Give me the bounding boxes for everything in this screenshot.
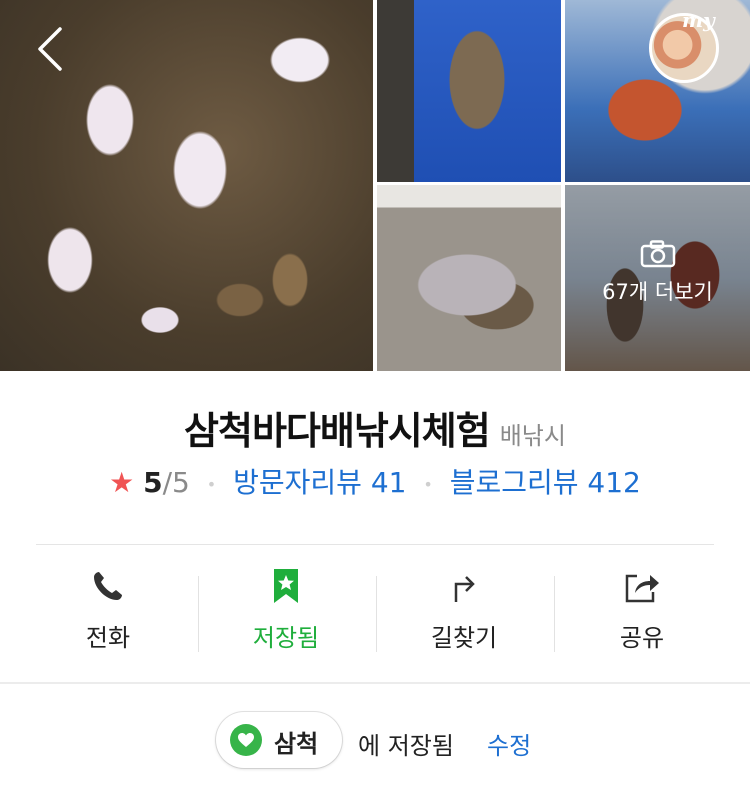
more-photos-label: 67개 더보기 [602, 280, 713, 304]
chevron-left-icon [38, 27, 62, 71]
blog-reviews-link[interactable]: 블로그리뷰 412 [450, 466, 641, 499]
save-label: 저장됨 [252, 624, 320, 652]
heart-icon [230, 724, 262, 756]
place-name: 삼척바다배낚시체험 [184, 409, 491, 453]
back-button[interactable] [30, 25, 70, 73]
call-label: 전화 [85, 624, 131, 652]
phone-icon [94, 572, 122, 600]
saved-folder-label: 삼척 [274, 730, 319, 758]
saved-status-text: 에 저장됨 [358, 732, 454, 760]
share-button[interactable]: 공유 [554, 566, 730, 656]
section-divider [0, 682, 750, 684]
separator-dot: • [206, 474, 217, 494]
directions-button[interactable]: 길찾기 [376, 566, 552, 656]
saved-folder-row: 삼척 에 저장됨 수정 [0, 712, 750, 772]
rating-score: 5 [143, 466, 163, 499]
edit-link[interactable]: 수정 [487, 726, 531, 761]
share-icon [625, 574, 659, 603]
camera-icon [640, 240, 675, 268]
more-photos-button[interactable]: 67개 더보기 [565, 240, 750, 306]
action-bar: 전화 저장됨 길찾기 공유 [0, 566, 750, 656]
directions-arrow-icon [454, 576, 475, 602]
star-icon: ★ [109, 466, 135, 499]
action-separator [376, 576, 377, 652]
rating-max: /5 [162, 466, 190, 499]
directions-label: 길찾기 [430, 624, 498, 652]
my-label: my [682, 8, 715, 32]
place-header: 삼척바다배낚시체험 배낚시 [0, 400, 750, 455]
save-button[interactable]: 저장됨 [198, 566, 374, 656]
action-separator [554, 576, 555, 652]
rating-row: ★ 5/5 • 방문자리뷰 41 • 블로그리뷰 412 [0, 461, 750, 501]
separator-dot: • [423, 474, 433, 494]
photo-thumbnail[interactable] [377, 0, 561, 182]
visitor-reviews-link[interactable]: 방문자리뷰 41 [233, 466, 406, 499]
saved-folder-chip[interactable]: 삼척 [216, 712, 342, 768]
photo-gallery: my 67개 더보기 [0, 0, 750, 371]
share-label: 공유 [619, 624, 665, 652]
photo-thumbnail[interactable] [377, 185, 561, 371]
divider [36, 544, 714, 545]
bookmark-star-icon [274, 569, 298, 603]
action-separator [198, 576, 199, 652]
call-button[interactable]: 전화 [20, 566, 196, 656]
place-category: 배낚시 [499, 422, 566, 450]
